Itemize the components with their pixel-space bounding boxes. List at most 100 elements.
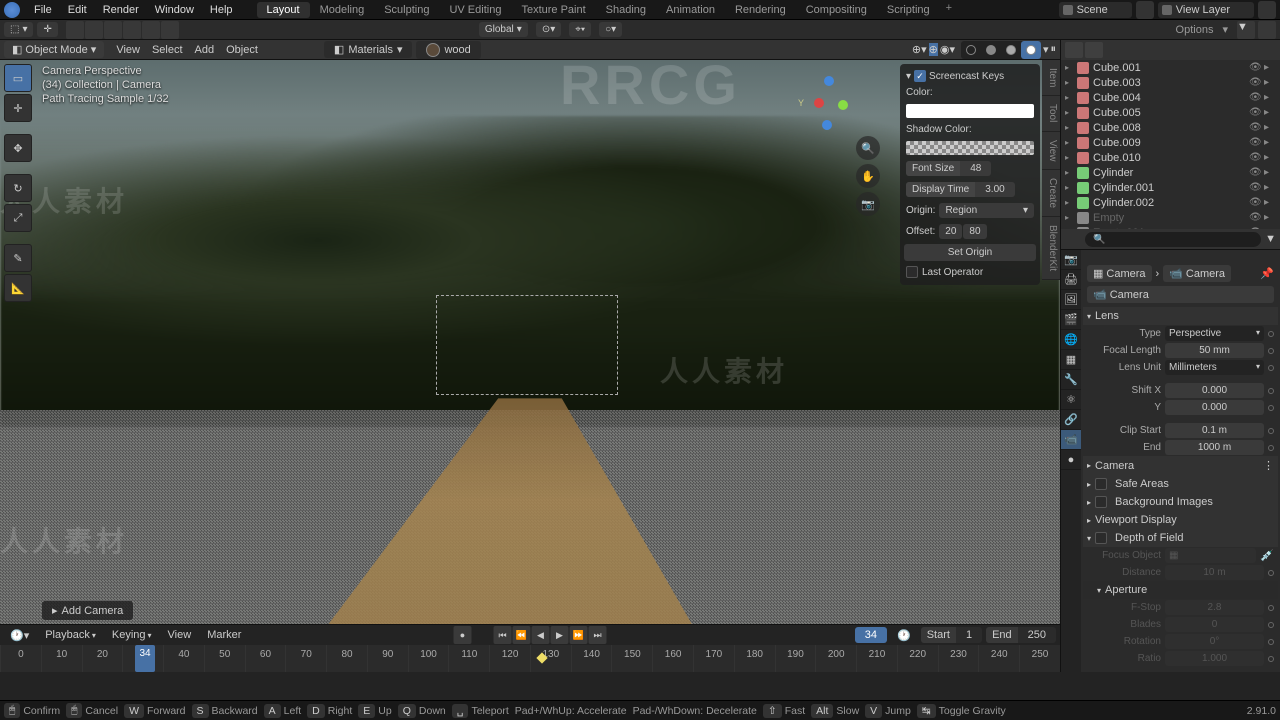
outliner-row[interactable]: ▸Cylinder.002👁▸ bbox=[1061, 195, 1280, 210]
render-pause-icon[interactable]: ⏸ bbox=[1051, 43, 1057, 56]
font-size-field[interactable]: Font Size48 bbox=[906, 161, 991, 176]
prop-tab-scene[interactable]: 🎬 bbox=[1061, 310, 1081, 330]
workspace-texture[interactable]: Texture Paint bbox=[511, 2, 595, 18]
panel-collapse-icon[interactable]: ▾ bbox=[906, 71, 911, 82]
outliner-row[interactable]: ▸Cube.008👁▸ bbox=[1061, 120, 1280, 135]
shade-options-dropdown[interactable]: ▾ bbox=[1043, 43, 1049, 56]
add-menu[interactable]: Add bbox=[189, 44, 221, 56]
jump-start-icon[interactable]: ⏮ bbox=[494, 626, 512, 644]
workspace-uv[interactable]: UV Editing bbox=[439, 2, 511, 18]
playback-menu[interactable]: Playback bbox=[39, 629, 102, 641]
color-swatch[interactable] bbox=[906, 104, 1034, 118]
prop-tab-viewlayer[interactable]: 🖼 bbox=[1061, 290, 1081, 310]
scene-selector[interactable]: Scene bbox=[1059, 2, 1132, 18]
nav-camera-icon[interactable]: 📷 bbox=[856, 192, 880, 216]
timeline-view-menu[interactable]: View bbox=[162, 629, 198, 641]
eyedropper-icon[interactable]: 💉 bbox=[1260, 549, 1274, 562]
tool-cursor[interactable]: ✛ bbox=[4, 94, 32, 122]
tab-tool[interactable]: Tool bbox=[1042, 96, 1060, 131]
set-origin-button[interactable]: Set Origin bbox=[904, 244, 1036, 261]
focal-length-field[interactable]: 50 mm bbox=[1165, 343, 1264, 358]
proportional-dropdown[interactable]: ○▾ bbox=[599, 22, 622, 37]
outliner-row[interactable]: ▸Cube.003👁▸ bbox=[1061, 75, 1280, 90]
outliner-mode-icon[interactable] bbox=[1258, 21, 1276, 39]
timeline-editor-type-icon[interactable]: 🕐▾ bbox=[4, 629, 35, 642]
camera-datablock-field[interactable]: 📹 Camera bbox=[1087, 286, 1274, 303]
overlay-icon[interactable] bbox=[123, 21, 141, 39]
gizmo-dropdown[interactable]: ⊕▾ bbox=[912, 43, 927, 56]
prop-tab-modifiers[interactable]: 🔧 bbox=[1061, 370, 1081, 390]
prop-tab-object[interactable]: ▦ bbox=[1061, 350, 1081, 370]
tool-annotate[interactable]: ✎ bbox=[4, 244, 32, 272]
menu-help[interactable]: Help bbox=[202, 4, 241, 16]
tab-create[interactable]: Create bbox=[1042, 170, 1060, 217]
jump-prev-key-icon[interactable]: ⏪ bbox=[513, 626, 531, 644]
workspace-layout[interactable]: Layout bbox=[257, 2, 310, 18]
menu-file[interactable]: File bbox=[26, 4, 60, 16]
outliner-row[interactable]: ▸Cube.009👁▸ bbox=[1061, 135, 1280, 150]
select-tool-dropdown[interactable]: ⬚▾ bbox=[4, 22, 33, 37]
camera-panel-header[interactable]: ▸Camera⋮ bbox=[1083, 456, 1278, 475]
blades-field[interactable]: 0 bbox=[1165, 617, 1264, 632]
tool-scale[interactable]: ⤢ bbox=[4, 204, 32, 232]
outliner-list[interactable]: ▸Cube.001👁▸▸Cube.003👁▸▸Cube.004👁▸ ▸Cube.0… bbox=[1061, 60, 1280, 229]
clip-start-field[interactable]: 0.1 m bbox=[1165, 423, 1264, 438]
aperture-ratio-field[interactable]: 1.000 bbox=[1165, 651, 1264, 666]
blender-logo-icon[interactable] bbox=[4, 2, 20, 18]
preview-range-icon[interactable]: 🕐 bbox=[891, 629, 917, 642]
3d-viewport[interactable]: RRCG 人人素材 人人素材 人人素材 人人素材 ▭ ✛ ✥ ↻ ⤢ ✎ 📐 C… bbox=[0, 60, 1060, 624]
options-dropdown[interactable]: Options bbox=[1176, 24, 1214, 36]
material-mode-dropdown[interactable]: ◧Materials▾ bbox=[324, 41, 413, 58]
autokey-icon[interactable]: ● bbox=[454, 626, 472, 644]
tab-item[interactable]: Item bbox=[1042, 60, 1060, 96]
menu-window[interactable]: Window bbox=[147, 4, 202, 16]
gizmo-y-axis[interactable] bbox=[838, 100, 848, 110]
lens-panel-header[interactable]: ▾Lens bbox=[1083, 307, 1278, 325]
outliner-type-icon[interactable] bbox=[1065, 42, 1083, 58]
gizmo-x-axis[interactable] bbox=[814, 98, 824, 108]
viewlayer-selector[interactable]: View Layer bbox=[1158, 2, 1254, 18]
cursor-tool[interactable]: ✛ bbox=[37, 22, 57, 37]
pivot-dropdown[interactable]: ⊙▾ bbox=[536, 22, 561, 37]
shift-y-field[interactable]: 0.000 bbox=[1165, 400, 1264, 415]
workspace-sculpting[interactable]: Sculpting bbox=[374, 2, 439, 18]
scene-new-icon[interactable] bbox=[1136, 1, 1154, 19]
frame-end-field[interactable]: End250 bbox=[986, 627, 1056, 643]
gizmo-toggle[interactable]: ⊕ bbox=[929, 43, 938, 56]
tool-rotate[interactable]: ↻ bbox=[4, 174, 32, 202]
orientation-dropdown[interactable]: Global▾ bbox=[479, 22, 528, 37]
prop-tab-physics[interactable]: ⚛ bbox=[1061, 390, 1081, 410]
tab-view[interactable]: View bbox=[1042, 132, 1060, 171]
shade-wireframe[interactable] bbox=[961, 41, 981, 59]
filter-funnel-icon[interactable]: ▼ bbox=[1237, 21, 1255, 39]
object-menu[interactable]: Object bbox=[220, 44, 264, 56]
dof-panel-header[interactable]: ▾Depth of Field bbox=[1083, 529, 1278, 547]
shadow-color-swatch[interactable] bbox=[906, 141, 1034, 155]
material-selector[interactable]: wood bbox=[416, 41, 480, 59]
last-operator-checkbox[interactable] bbox=[906, 266, 918, 278]
pin-icon[interactable]: 📌 bbox=[1260, 267, 1274, 280]
xray-icon[interactable] bbox=[104, 21, 122, 39]
outliner-row[interactable]: ▸Cube.001👁▸ bbox=[1061, 60, 1280, 75]
overlay-dropdown[interactable]: ◉▾ bbox=[940, 43, 955, 56]
fstop-field[interactable]: 2.8 bbox=[1165, 600, 1264, 615]
clip-end-field[interactable]: 1000 m bbox=[1165, 440, 1264, 455]
viewport-display-panel-header[interactable]: ▸Viewport Display bbox=[1083, 511, 1278, 529]
prop-tab-world[interactable]: 🌐 bbox=[1061, 330, 1081, 350]
misc2-icon[interactable] bbox=[161, 21, 179, 39]
workspace-scripting[interactable]: Scripting bbox=[877, 2, 940, 18]
menu-edit[interactable]: Edit bbox=[60, 4, 95, 16]
proportional-icon[interactable] bbox=[85, 21, 103, 39]
tool-select-box[interactable]: ▭ bbox=[4, 64, 32, 92]
outliner-funnel-icon[interactable]: ▼ bbox=[1265, 233, 1276, 245]
workspace-shading[interactable]: Shading bbox=[596, 2, 656, 18]
outliner-row[interactable]: ▸Cube.004👁▸ bbox=[1061, 90, 1280, 105]
safe-areas-panel-header[interactable]: ▸Safe Areas bbox=[1083, 475, 1278, 493]
select-menu[interactable]: Select bbox=[146, 44, 189, 56]
aperture-rotation-field[interactable]: 0° bbox=[1165, 634, 1264, 649]
offset-y-field[interactable]: 80 bbox=[963, 224, 986, 239]
prop-tab-render[interactable]: 📷 bbox=[1061, 250, 1081, 270]
snap-target-dropdown[interactable]: ⌖▾ bbox=[569, 22, 591, 37]
viewlayer-new-icon[interactable] bbox=[1258, 1, 1276, 19]
prop-tab-output[interactable]: 🖨 bbox=[1061, 270, 1081, 290]
